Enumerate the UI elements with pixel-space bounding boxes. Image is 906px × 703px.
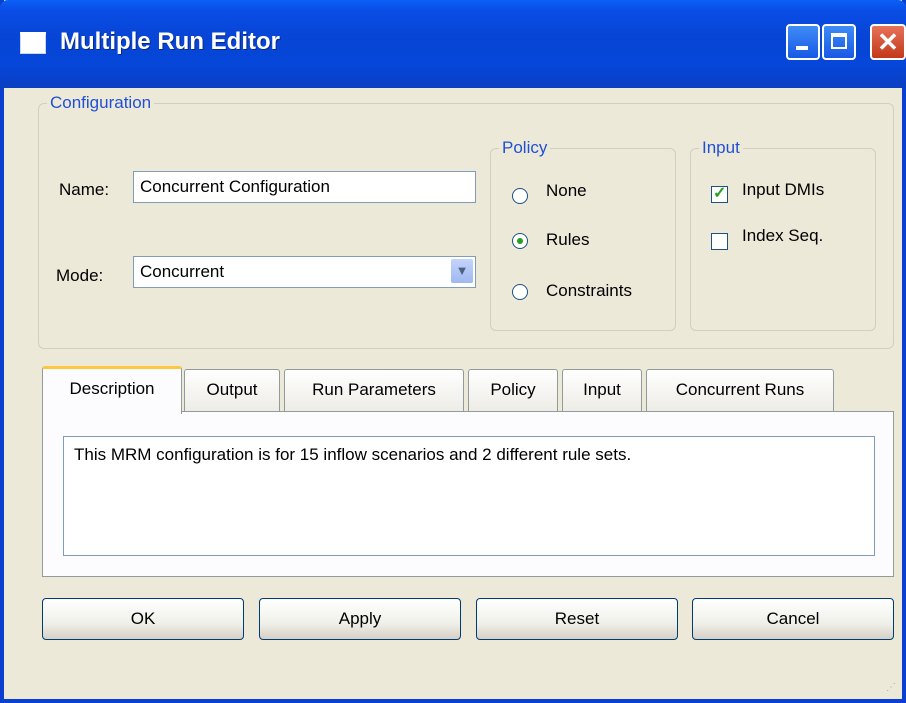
mode-label: Mode: (56, 266, 104, 285)
tab-output[interactable]: Output (184, 369, 280, 413)
reset-button[interactable]: Reset (476, 598, 678, 640)
tab-policy[interactable]: Policy (468, 369, 558, 413)
tab-description[interactable]: Description (42, 366, 182, 414)
mode-select-value: Concurrent (140, 262, 225, 281)
check-icon: ✓ (713, 185, 727, 202)
name-input[interactable]: Concurrent Configuration (133, 171, 476, 203)
radio-selected-dot (517, 238, 523, 244)
input-legend: Input (699, 138, 743, 158)
policy-rules-radio[interactable] (512, 233, 528, 249)
policy-none-radio[interactable] (512, 188, 528, 204)
tab-run-parameters[interactable]: Run Parameters (284, 369, 464, 413)
policy-constraints-label: Constraints (546, 281, 632, 300)
input-dmis-label: Input DMIs (742, 180, 825, 199)
tab-input[interactable]: Input (562, 369, 642, 413)
multiple-run-editor-window: Multiple Run Editor ✕ Configuration Name… (0, 0, 906, 703)
policy-none-label: None (546, 181, 587, 200)
app-window-icon (20, 32, 46, 54)
index-seq-checkbox[interactable] (711, 233, 728, 250)
mode-select[interactable]: Concurrent ▼ (133, 256, 476, 288)
close-icon: ✕ (877, 27, 899, 57)
cancel-button[interactable]: Cancel (692, 598, 894, 640)
minimize-icon (796, 46, 808, 50)
name-label: Name: (59, 180, 110, 199)
input-dmis-checkbox[interactable]: ✓ (711, 185, 728, 203)
title-bar[interactable]: Multiple Run Editor ✕ (0, 0, 906, 88)
configuration-legend: Configuration (47, 93, 155, 113)
apply-button[interactable]: Apply (259, 598, 461, 640)
chevron-down-icon[interactable]: ▼ (451, 259, 473, 283)
policy-rules-label: Rules (546, 230, 590, 249)
maximize-icon (831, 33, 847, 49)
window-title: Multiple Run Editor (60, 28, 280, 55)
policy-constraints-radio[interactable] (512, 284, 528, 300)
index-seq-label: Index Seq. (742, 226, 824, 245)
ok-button[interactable]: OK (42, 598, 244, 640)
description-tab-page: This MRM configuration is for 15 inflow … (42, 411, 894, 577)
minimize-button[interactable] (786, 24, 820, 60)
tab-concurrent-runs[interactable]: Concurrent Runs (646, 369, 834, 413)
close-button[interactable]: ✕ (870, 24, 906, 60)
maximize-button[interactable] (822, 24, 856, 60)
resize-grip-icon[interactable]: ⋰ (886, 682, 896, 693)
policy-legend: Policy (499, 138, 551, 158)
description-textarea[interactable]: This MRM configuration is for 15 inflow … (63, 436, 875, 556)
